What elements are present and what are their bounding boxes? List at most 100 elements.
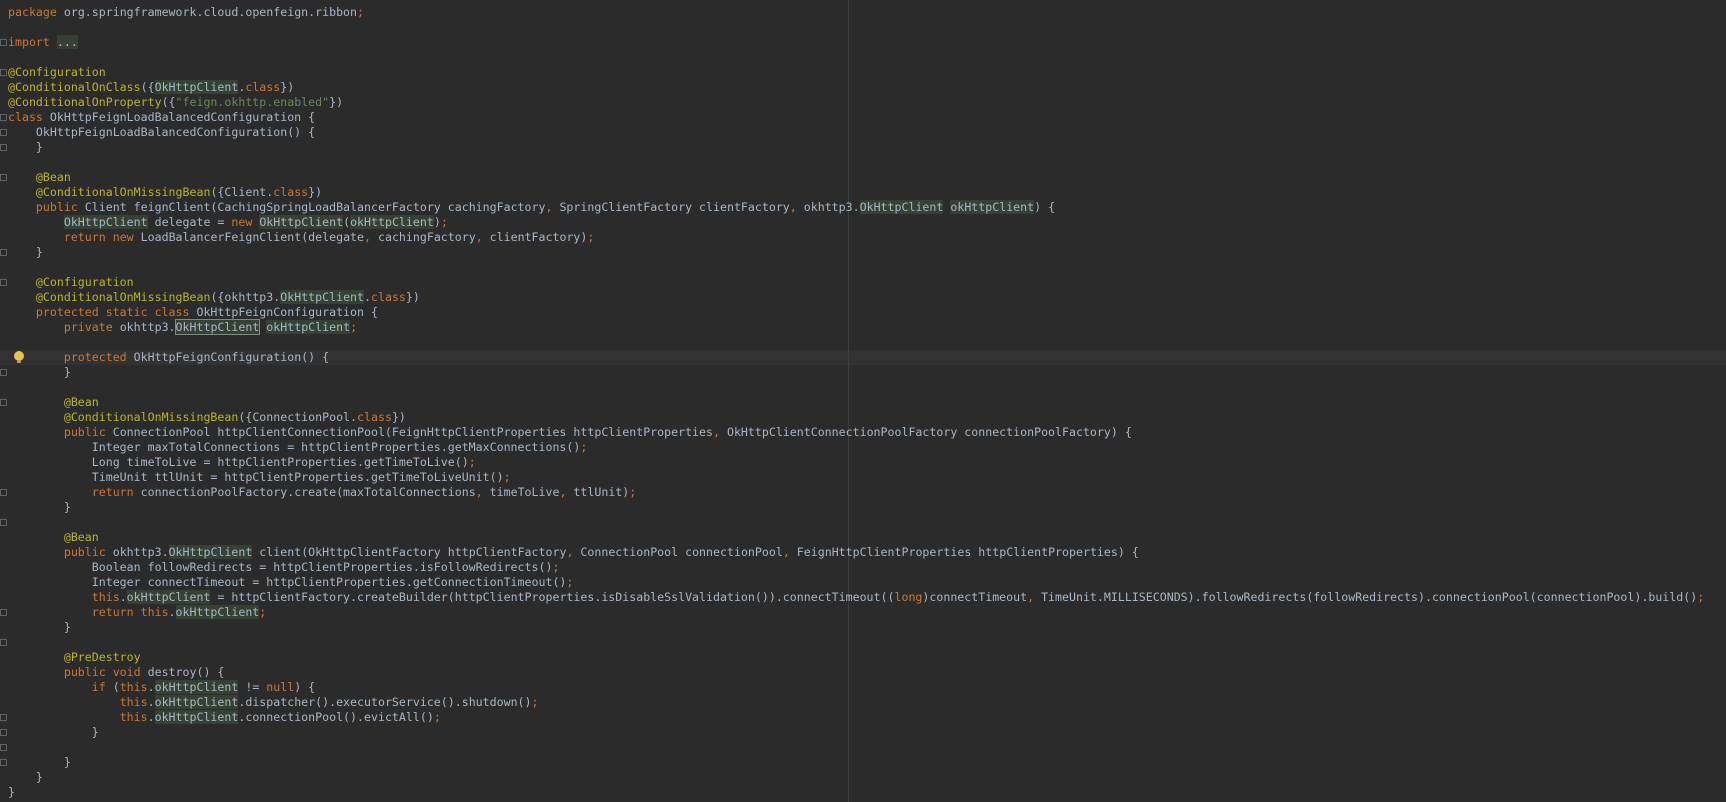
code-token: ; [357, 5, 365, 19]
code-line[interactable]: return connectionPoolFactory.create(maxT… [8, 485, 1704, 500]
code-line[interactable]: } [8, 500, 1704, 515]
code-line[interactable] [8, 155, 1704, 170]
fold-marker-icon[interactable] [0, 129, 7, 136]
code-line[interactable]: Integer connectTimeout = httpClientPrope… [8, 575, 1704, 590]
code-line[interactable]: Integer maxTotalConnections = httpClient… [8, 440, 1704, 455]
code-line[interactable]: } [8, 365, 1704, 380]
code-line[interactable] [8, 335, 1704, 350]
code-line[interactable]: import ... [8, 35, 1704, 50]
code-line[interactable]: class OkHttpFeignLoadBalancedConfigurati… [8, 110, 1704, 125]
code-line[interactable]: public ConnectionPool httpClientConnecti… [8, 425, 1704, 440]
code-line[interactable]: this.okHttpClient.connectionPool().evict… [8, 710, 1704, 725]
code-token: package [8, 5, 57, 19]
code-token: } [8, 500, 71, 514]
fold-marker-icon[interactable] [0, 744, 7, 751]
code-line[interactable]: this.okHttpClient.dispatcher().executorS… [8, 695, 1704, 710]
code-token: @ConditionalOnMissingBean [63, 410, 239, 424]
fold-marker-icon[interactable] [0, 639, 7, 646]
code-token: ({okhttp3. [210, 290, 281, 304]
code-line[interactable]: package org.springframework.cloud.openfe… [8, 5, 1704, 20]
code-token: "feign.okhttp.enabled" [175, 95, 330, 109]
code-line[interactable] [8, 740, 1704, 755]
code-line[interactable]: this.okHttpClient = httpClientFactory.cr… [8, 590, 1704, 605]
fold-marker-icon[interactable] [0, 714, 7, 721]
fold-marker-icon[interactable] [0, 729, 7, 736]
code-line[interactable]: OkHttpFeignLoadBalancedConfiguration() { [8, 125, 1704, 140]
code-token: } [8, 620, 71, 634]
fold-marker-icon[interactable] [0, 69, 7, 76]
code-line[interactable]: if (this.okHttpClient != null) { [8, 680, 1704, 695]
code-line[interactable]: } [8, 620, 1704, 635]
code-token: . [147, 710, 155, 724]
code-line[interactable]: @Configuration [8, 65, 1704, 80]
fold-marker-icon[interactable] [0, 279, 7, 286]
code-token: client(OkHttpClientFactory httpClientFac… [252, 545, 567, 559]
fold-marker-icon[interactable] [0, 114, 7, 121]
fold-marker-icon[interactable] [0, 759, 7, 766]
code-token: public [35, 200, 78, 214]
lightbulb-icon[interactable] [14, 351, 24, 363]
code-line[interactable] [8, 635, 1704, 650]
fold-marker-icon[interactable] [0, 144, 7, 151]
code-token: ({Client. [210, 185, 274, 199]
code-line[interactable]: @Bean [8, 170, 1704, 185]
fold-marker-icon[interactable] [0, 489, 7, 496]
code-line[interactable] [8, 515, 1704, 530]
code-line[interactable]: @Bean [8, 395, 1704, 410]
code-line[interactable]: protected OkHttpFeignConfiguration() { [8, 350, 1704, 365]
code-line[interactable]: return this.okHttpClient; [8, 605, 1704, 620]
fold-marker-icon[interactable] [0, 609, 7, 616]
code-line[interactable]: } [8, 770, 1704, 785]
editor-gutter[interactable] [0, 0, 8, 802]
fold-marker-icon[interactable] [0, 174, 7, 181]
code-line[interactable]: @ConditionalOnMissingBean({Client.class}… [8, 185, 1704, 200]
fold-marker-icon[interactable] [0, 399, 7, 406]
code-line[interactable]: public Client feignClient(CachingSpringL… [8, 200, 1704, 215]
code-line[interactable]: @ConditionalOnProperty({"feign.okhttp.en… [8, 95, 1704, 110]
code-line[interactable] [8, 260, 1704, 275]
code-line[interactable] [8, 50, 1704, 65]
code-token: if [91, 680, 106, 694]
code-line[interactable]: @ConditionalOnMissingBean({okhttp3.OkHtt… [8, 290, 1704, 305]
code-line[interactable]: public void destroy() { [8, 665, 1704, 680]
fold-marker-icon[interactable] [0, 369, 7, 376]
code-line[interactable]: public okhttp3.OkHttpClient client(OkHtt… [8, 545, 1704, 560]
code-line[interactable]: @Configuration [8, 275, 1704, 290]
code-token: new [231, 215, 253, 229]
code-line[interactable]: Boolean followRedirects = httpClientProp… [8, 560, 1704, 575]
code-line[interactable] [8, 20, 1704, 35]
code-line[interactable]: @Bean [8, 530, 1704, 545]
code-line[interactable]: Long timeToLive = httpClientProperties.g… [8, 455, 1704, 470]
code-line[interactable]: @PreDestroy [8, 650, 1704, 665]
code-line[interactable]: } [8, 245, 1704, 260]
code-line[interactable]: OkHttpClient delegate = new OkHttpClient… [8, 215, 1704, 230]
code-line[interactable]: } [8, 785, 1704, 800]
fold-marker-icon[interactable] [0, 39, 7, 46]
code-line[interactable]: } [8, 140, 1704, 155]
code-token: ; [350, 320, 358, 334]
code-token: ; [503, 470, 511, 484]
fold-marker-icon[interactable] [0, 249, 7, 256]
code-token: @ConditionalOnProperty [8, 95, 162, 109]
code-line[interactable]: protected static class OkHttpFeignConfig… [8, 305, 1704, 320]
code-token: ttlUnit) [566, 485, 630, 499]
code-line[interactable] [8, 380, 1704, 395]
code-line[interactable]: @ConditionalOnClass({OkHttpClient.class}… [8, 80, 1704, 95]
code-line[interactable]: } [8, 725, 1704, 740]
code-line[interactable]: } [8, 755, 1704, 770]
code-line[interactable]: private okhttp3.OkHttpClient okHttpClien… [8, 319, 1704, 335]
code-line[interactable]: TimeUnit ttlUnit = httpClientProperties.… [8, 470, 1704, 485]
code-line[interactable]: @ConditionalOnMissingBean({ConnectionPoo… [8, 410, 1704, 425]
code-text-area[interactable]: package org.springframework.cloud.openfe… [8, 5, 1704, 800]
code-token: protected static class [35, 305, 190, 319]
fold-marker-icon[interactable] [0, 519, 7, 526]
code-token: OkHttpClient [280, 290, 365, 304]
code-editor[interactable]: package org.springframework.cloud.openfe… [0, 0, 1726, 802]
code-line[interactable]: return new LoadBalancerFeignClient(deleg… [8, 230, 1704, 245]
